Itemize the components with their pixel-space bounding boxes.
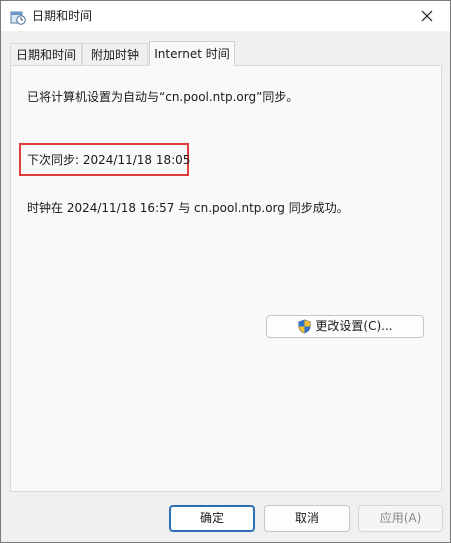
close-icon	[421, 7, 433, 26]
sync-status-text: 已将计算机设置为自动与“cn.pool.ntp.org”同步。	[27, 90, 299, 104]
next-sync-text: 下次同步: 2024/11/18 18:05	[27, 153, 191, 167]
window-title: 日期和时间	[32, 9, 93, 23]
close-button[interactable]	[404, 1, 450, 31]
date-time-dialog: 日期和时间 日期和时间 附加时钟 Internet 时间 已将计算机设置为自动与…	[0, 0, 451, 543]
change-settings-label: 更改设置(C)...	[315, 319, 393, 333]
tab-additional-clocks[interactable]: 附加时钟	[82, 43, 148, 65]
tab-strip: 日期和时间 附加时钟 Internet 时间	[10, 41, 442, 66]
cancel-button[interactable]: 取消	[264, 505, 350, 532]
tab-date-time[interactable]: 日期和时间	[10, 43, 82, 65]
title-bar: 日期和时间	[1, 1, 450, 31]
tab-internet-time[interactable]: Internet 时间	[149, 41, 235, 66]
uac-shield-icon	[297, 319, 312, 334]
internet-time-panel	[10, 65, 442, 492]
ok-button[interactable]: 确定	[169, 505, 255, 532]
date-time-app-icon	[10, 9, 26, 25]
change-settings-button[interactable]: 更改设置(C)...	[266, 315, 424, 338]
sync-result-text: 时钟在 2024/11/18 16:57 与 cn.pool.ntp.org 同…	[27, 201, 349, 215]
apply-button[interactable]: 应用(A)	[358, 505, 443, 532]
